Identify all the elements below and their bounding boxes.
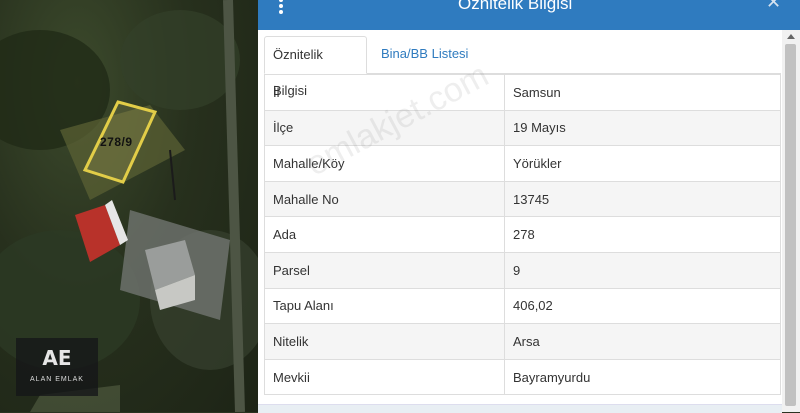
attribute-value: Arsa <box>504 323 781 360</box>
modal-header: Öznitelik Bilgisi ✕ <box>258 0 800 30</box>
scrollbar[interactable] <box>782 30 800 412</box>
table-row: Nitelik Arsa <box>264 323 781 360</box>
table-row: Mevkii Bayramyurdu <box>264 358 781 396</box>
tab-building-list[interactable]: Bina/BB Listesi <box>373 36 476 72</box>
attribute-key: Mahalle No <box>264 180 505 218</box>
attribute-key: Ada <box>264 216 505 253</box>
logo-mark: AE <box>42 346 72 370</box>
attribute-key: Parsel <box>264 251 505 289</box>
attribute-key: Mahalle/Köy <box>264 145 505 182</box>
attribute-table: İl Samsun İlçe 19 Mayıs Mahalle/Köy Yörükle… <box>264 74 781 396</box>
attribute-value: 278 <box>504 216 781 253</box>
parcel-label: 278/9 <box>100 135 133 149</box>
table-row: Parsel 9 <box>264 251 781 289</box>
attribute-value: 406,02 <box>504 287 781 325</box>
attribute-key: İl <box>264 74 505 111</box>
table-row: İl Samsun <box>264 74 781 111</box>
attribute-value: Yörükler <box>504 145 781 182</box>
kebab-menu-icon[interactable] <box>278 0 284 14</box>
table-row: Ada 278 <box>264 216 781 253</box>
attribute-value: 13745 <box>504 180 781 218</box>
attribute-value: 19 Mayıs <box>504 109 781 147</box>
attribute-value: Bayramyurdu <box>504 358 781 396</box>
close-icon[interactable]: ✕ <box>766 0 781 13</box>
table-row: Mahalle No 13745 <box>264 180 781 218</box>
attribute-value: 9 <box>504 251 781 289</box>
table-row: Tapu Alanı 406,02 <box>264 287 781 325</box>
satellite-map[interactable]: 278/9 AE ALAN EMLAK <box>0 0 258 412</box>
logo-text: ALAN EMLAK <box>30 376 84 383</box>
attribute-key: Mevkii <box>264 358 505 396</box>
modal-title: Öznitelik Bilgisi <box>458 0 573 13</box>
attribute-info-modal: Öznitelik Bilgisi ✕ Öznitelik Bilgisi Bi… <box>258 0 800 413</box>
tab-attribute-info[interactable]: Öznitelik Bilgisi <box>264 36 367 98</box>
table-row: İlçe 19 Mayıs <box>264 109 781 147</box>
table-row: Mahalle/Köy Yörükler <box>264 145 781 182</box>
scroll-up-arrow-icon[interactable] <box>787 34 795 39</box>
attribute-key: Nitelik <box>264 323 505 360</box>
attribute-key: Tapu Alanı <box>264 287 505 325</box>
tab-bar: Öznitelik Bilgisi Bina/BB Listesi <box>264 36 781 98</box>
attribute-key: İlçe <box>264 109 505 147</box>
attribute-value: Samsun <box>504 74 781 111</box>
scroll-thumb[interactable] <box>785 44 796 406</box>
alan-emlak-logo: AE ALAN EMLAK <box>16 338 98 396</box>
